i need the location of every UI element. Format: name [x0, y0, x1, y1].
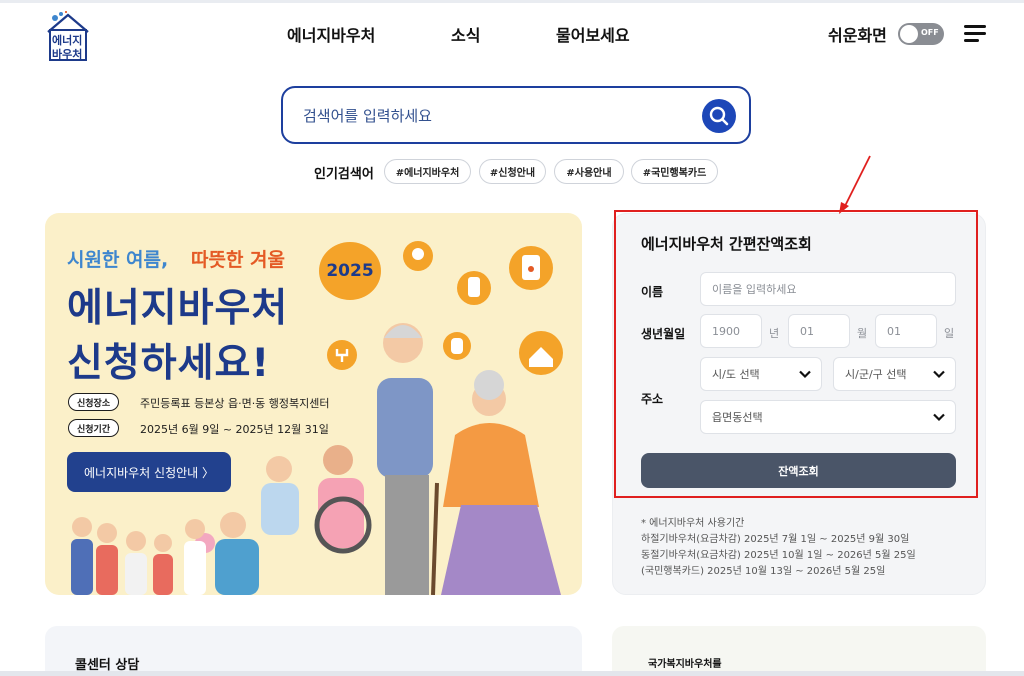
gas-icon: [443, 332, 471, 360]
menu-icon[interactable]: [964, 25, 986, 43]
toggle-knob: [900, 25, 918, 43]
toggle-state-text: OFF: [921, 28, 939, 37]
popular-tag[interactable]: #신청안내: [479, 159, 546, 184]
search-icon: [709, 106, 729, 126]
top-border: [0, 0, 1024, 3]
logo-text-line2: 바우처: [52, 48, 83, 61]
bulb-icon: [403, 241, 433, 271]
bottom-border: [0, 671, 1024, 676]
national-voucher-title: 국가복지바우처를: [648, 659, 722, 670]
highlight-box: [614, 210, 978, 498]
gas-cylinder-icon: [457, 271, 491, 305]
usage-period-heading: * 에너지바우처 사용기간: [641, 518, 745, 529]
usage-period-summer: 하절기바우처(요금차감) 2025년 7월 1일 ~ 2025년 9월 30일: [641, 534, 910, 545]
nav-news[interactable]: 소식: [451, 22, 480, 46]
search-button[interactable]: [702, 99, 736, 133]
boiler-icon: [509, 246, 553, 290]
arrow-annotation: [839, 155, 871, 214]
easy-mode-label: 쉬운화면: [828, 26, 887, 45]
popular-tag[interactable]: #사용안내: [554, 159, 624, 184]
nav-ask[interactable]: 물어보세요: [556, 22, 630, 46]
usage-period-winter: 동절기바우처(요금차감) 2025년 10월 1일 ~ 2026년 5월 25일: [641, 550, 916, 561]
search-input[interactable]: [303, 103, 683, 129]
popular-tag[interactable]: #에너지바우처: [384, 159, 471, 184]
application-banner[interactable]: 시원한 여름, 따뜻한 겨울 에너지바우처 신청하세요! 2025 신청장소 주…: [45, 213, 582, 595]
popular-tag[interactable]: #국민행복카드: [631, 159, 718, 184]
family-illustration: [71, 241, 563, 595]
popular-search-label: 인기검색어: [314, 167, 374, 182]
house-heat-icon: [519, 331, 563, 375]
plug-icon: [327, 340, 357, 370]
nav-energy-voucher[interactable]: 에너지바우처: [287, 22, 375, 46]
energy-voucher-logo[interactable]: 에너지 바우처: [44, 8, 92, 62]
easy-mode-toggle[interactable]: OFF: [898, 23, 944, 45]
search-box: [281, 86, 751, 144]
usage-period-card: (국민행복카드) 2025년 10월 13일 ~ 2026년 5월 25일: [641, 566, 886, 577]
